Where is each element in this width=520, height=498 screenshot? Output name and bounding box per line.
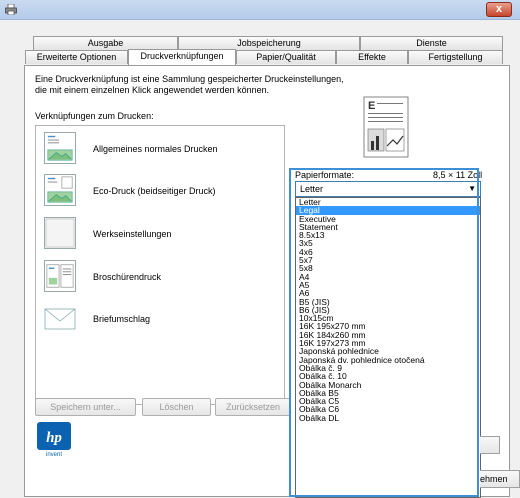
tab-fertigstellung[interactable]: Fertigstellung — [408, 50, 503, 64]
apply-button-label: ehmen — [480, 474, 508, 484]
apply-button[interactable]: ehmen — [480, 470, 520, 488]
tab-ausgabe[interactable]: Ausgabe — [33, 36, 178, 50]
paper-size-selected: Letter — [300, 184, 324, 194]
printer-icon — [5, 4, 17, 15]
svg-text:hp: hp — [46, 430, 62, 446]
paper-size-option[interactable]: Letter — [296, 198, 480, 206]
paper-dimensions: 8,5 × 11 Zoll — [433, 170, 483, 180]
envelope-icon — [44, 302, 76, 334]
shortcut-list-label: Verknüpfungen zum Drucken: — [35, 111, 154, 121]
description-line: Eine Druckverknüpfung ist eine Sammlung … — [35, 74, 344, 84]
tab-jobspeicherung[interactable]: Jobspeicherung — [178, 36, 360, 50]
shortcut-item[interactable]: Werkseinstellungen — [36, 214, 284, 254]
shortcut-list[interactable]: Allgemeines normales Drucken Eco-Druck (… — [35, 125, 285, 405]
shortcut-item[interactable]: Broschürendruck — [36, 257, 284, 297]
tab-erweiterte-optionen[interactable]: Erweiterte Optionen — [25, 50, 128, 64]
paper-size-option[interactable]: 3x5 — [296, 239, 480, 248]
paper-size-label: Papierformate: — [295, 170, 355, 180]
tab-dienste[interactable]: Dienste — [360, 36, 503, 50]
duplex-page-icon — [44, 174, 76, 206]
paper-size-option[interactable]: 5x8 — [296, 264, 480, 273]
chevron-down-icon: ▼ — [468, 184, 476, 193]
paper-size-option[interactable]: Obálka DL — [296, 413, 480, 422]
hp-logo: hp invent — [37, 422, 71, 457]
paper-size-option[interactable]: 4x6 — [296, 247, 480, 256]
title-bar: x — [0, 0, 520, 20]
description-text: Eine Druckverknüpfung ist eine Sammlung … — [35, 74, 395, 96]
shortcut-label: Werkseinstellungen — [93, 229, 172, 239]
paper-size-select[interactable]: Letter ▼ — [295, 181, 481, 197]
side-button[interactable] — [480, 436, 500, 454]
blank-page-icon — [44, 217, 76, 249]
close-icon: x — [495, 3, 503, 15]
tab-row-bottom: Erweiterte Optionen Druckverknüpfungen P… — [25, 49, 503, 65]
paper-size-option[interactable]: 8.5x13 — [296, 231, 480, 240]
tab-papier-qualitaet[interactable]: Papier/Qualität — [236, 50, 336, 64]
svg-text:E: E — [368, 100, 375, 112]
shortcuts-panel: Eine Druckverknüpfung ist eine Sammlung … — [24, 65, 510, 498]
tab-row-top: Ausgabe Jobspeicherung Dienste — [33, 36, 503, 50]
page-landscape-icon — [44, 132, 76, 164]
shortcut-item[interactable]: Briefumschlag — [36, 299, 284, 339]
page-preview-icon: E — [363, 96, 409, 158]
shortcut-label: Briefumschlag — [93, 314, 151, 324]
close-button[interactable]: x — [486, 2, 512, 17]
tab-effekte[interactable]: Effekte — [336, 50, 408, 64]
shortcut-item[interactable]: Eco-Druck (beidseitiger Druck) — [36, 171, 284, 211]
shortcut-label: Eco-Druck (beidseitiger Druck) — [93, 186, 216, 196]
paper-size-option[interactable]: 5x7 — [296, 256, 480, 265]
shortcut-item[interactable]: Allgemeines normales Drucken — [36, 129, 284, 169]
tab-druckverknuepfungen[interactable]: Druckverknüpfungen — [128, 49, 236, 65]
svg-text:invent: invent — [46, 452, 62, 457]
paper-size-dropdown[interactable]: Letter Legal Executive Statement 8.5x13 3x5 4x… — [295, 197, 481, 498]
reset-button[interactable]: Zurücksetzen — [215, 398, 291, 416]
description-line: die mit einem einzelnen Klick angewendet… — [35, 85, 270, 95]
paper-size-option[interactable]: A5 — [296, 281, 480, 290]
delete-button[interactable]: Löschen — [142, 398, 211, 416]
save-as-button[interactable]: Speichern unter... — [35, 398, 136, 416]
shortcut-label: Broschürendruck — [93, 272, 162, 282]
paper-size-option[interactable]: A4 — [296, 272, 480, 281]
booklet-icon — [44, 260, 76, 292]
shortcut-label: Allgemeines normales Drucken — [93, 144, 218, 154]
